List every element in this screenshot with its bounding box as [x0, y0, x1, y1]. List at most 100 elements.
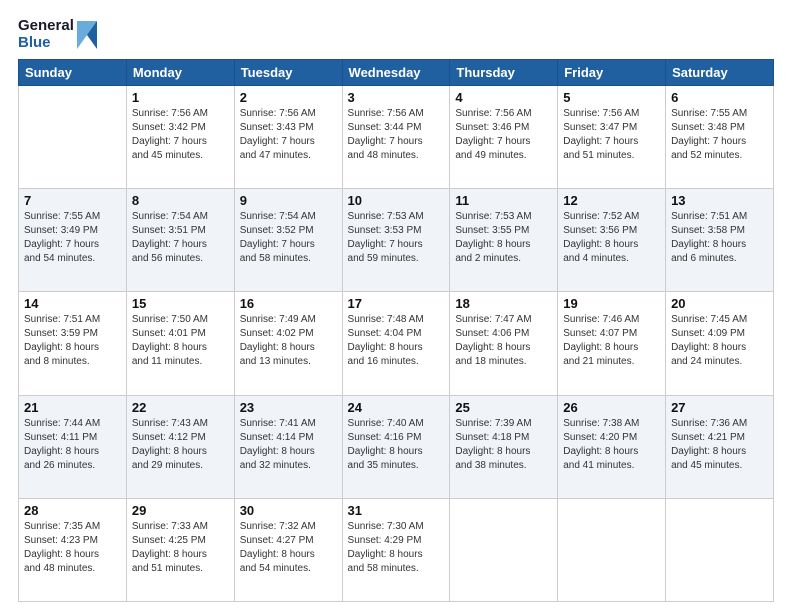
calendar-cell: 8 Sunrise: 7:54 AM Sunset: 3:51 PM Daylig… — [126, 189, 234, 292]
calendar-cell: 31 Sunrise: 7:30 AM Sunset: 4:29 PM Dayli… — [342, 498, 450, 601]
calendar-cell: 27 Sunrise: 7:36 AM Sunset: 4:21 PM Dayli… — [666, 395, 774, 498]
calendar-cell — [558, 498, 666, 601]
calendar-cell: 3Sunrise: 7:56 AM Sunset: 3:44 PM Daylig… — [342, 86, 450, 189]
day-number: 8 — [132, 193, 229, 208]
day-info: Sunrise: 7:32 AM Sunset: 4:27 PM Dayligh… — [240, 520, 337, 576]
day-number: 21 — [24, 400, 121, 415]
day-info: Sunrise: 7:44 AM Sunset: 4:11 PM Dayligh… — [24, 417, 121, 473]
day-info: Sunrise: 7:45 AM Sunset: 4:09 PM Dayligh… — [671, 313, 768, 369]
day-info: Sunrise: 7:36 AM Sunset: 4:21 PM Dayligh… — [671, 417, 768, 473]
calendar-cell: 23Sunrise: 7:41 AM Sunset: 4:14 PM Dayli… — [234, 395, 342, 498]
header: General Blue — [18, 18, 774, 51]
day-number: 31 — [348, 503, 445, 518]
calendar-day-header: Monday — [126, 60, 234, 86]
day-info: Sunrise: 7:39 AM Sunset: 4:18 PM Dayligh… — [455, 417, 552, 473]
calendar-cell: 28Sunrise: 7:35 AM Sunset: 4:23 PM Dayli… — [19, 498, 127, 601]
day-info: Sunrise: 7:54 AM Sunset: 3:51 PM Dayligh… — [132, 210, 229, 266]
day-number: 13 — [671, 193, 768, 208]
day-number: 12 — [563, 193, 660, 208]
calendar-cell: 7 Sunrise: 7:55 AM Sunset: 3:49 PM Daylig… — [19, 189, 127, 292]
calendar-week-row: 14 Sunrise: 7:51 AM Sunset: 3:59 PM Dayli… — [19, 292, 774, 395]
calendar-day-header: Saturday — [666, 60, 774, 86]
day-info: Sunrise: 7:56 AM Sunset: 3:44 PM Dayligh… — [348, 107, 445, 163]
calendar-day-header: Friday — [558, 60, 666, 86]
calendar-cell: 19 Sunrise: 7:46 AM Sunset: 4:07 PM Dayli… — [558, 292, 666, 395]
day-info: Sunrise: 7:52 AM Sunset: 3:56 PM Dayligh… — [563, 210, 660, 266]
logo: General Blue — [18, 18, 97, 51]
day-info: Sunrise: 7:50 AM Sunset: 4:01 PM Dayligh… — [132, 313, 229, 369]
calendar-cell: 11 Sunrise: 7:53 AM Sunset: 3:55 PM Dayli… — [450, 189, 558, 292]
day-number: 10 — [348, 193, 445, 208]
day-number: 22 — [132, 400, 229, 415]
calendar-cell: 20 Sunrise: 7:45 AM Sunset: 4:09 PM Dayli… — [666, 292, 774, 395]
calendar-week-row: 21 Sunrise: 7:44 AM Sunset: 4:11 PM Dayli… — [19, 395, 774, 498]
day-info: Sunrise: 7:51 AM Sunset: 3:59 PM Dayligh… — [24, 313, 121, 369]
calendar-cell: 30 Sunrise: 7:32 AM Sunset: 4:27 PM Dayli… — [234, 498, 342, 601]
day-info: Sunrise: 7:53 AM Sunset: 3:55 PM Dayligh… — [455, 210, 552, 266]
calendar-cell: 1Sunrise: 7:56 AM Sunset: 3:42 PM Daylig… — [126, 86, 234, 189]
day-info: Sunrise: 7:56 AM Sunset: 3:47 PM Dayligh… — [563, 107, 660, 163]
day-info: Sunrise: 7:54 AM Sunset: 3:52 PM Dayligh… — [240, 210, 337, 266]
calendar-cell: 26Sunrise: 7:38 AM Sunset: 4:20 PM Dayli… — [558, 395, 666, 498]
calendar-week-row: 1Sunrise: 7:56 AM Sunset: 3:42 PM Daylig… — [19, 86, 774, 189]
day-number: 5 — [563, 90, 660, 105]
calendar-cell: 15 Sunrise: 7:50 AM Sunset: 4:01 PM Dayli… — [126, 292, 234, 395]
day-number: 19 — [563, 296, 660, 311]
day-number: 20 — [671, 296, 768, 311]
calendar-cell: 10 Sunrise: 7:53 AM Sunset: 3:53 PM Dayli… — [342, 189, 450, 292]
day-number: 14 — [24, 296, 121, 311]
calendar-cell: 17 Sunrise: 7:48 AM Sunset: 4:04 PM Dayli… — [342, 292, 450, 395]
calendar-cell: 12 Sunrise: 7:52 AM Sunset: 3:56 PM Dayli… — [558, 189, 666, 292]
day-info: Sunrise: 7:53 AM Sunset: 3:53 PM Dayligh… — [348, 210, 445, 266]
day-info: Sunrise: 7:41 AM Sunset: 4:14 PM Dayligh… — [240, 417, 337, 473]
calendar-cell: 29 Sunrise: 7:33 AM Sunset: 4:25 PM Dayli… — [126, 498, 234, 601]
day-info: Sunrise: 7:46 AM Sunset: 4:07 PM Dayligh… — [563, 313, 660, 369]
day-number: 24 — [348, 400, 445, 415]
day-info: Sunrise: 7:48 AM Sunset: 4:04 PM Dayligh… — [348, 313, 445, 369]
day-info: Sunrise: 7:56 AM Sunset: 3:43 PM Dayligh… — [240, 107, 337, 163]
day-info: Sunrise: 7:43 AM Sunset: 4:12 PM Dayligh… — [132, 417, 229, 473]
day-number: 18 — [455, 296, 552, 311]
day-number: 30 — [240, 503, 337, 518]
day-number: 2 — [240, 90, 337, 105]
calendar-cell: 14 Sunrise: 7:51 AM Sunset: 3:59 PM Dayli… — [19, 292, 127, 395]
calendar-table: SundayMondayTuesdayWednesdayThursdayFrid… — [18, 59, 774, 602]
calendar-cell: 2 Sunrise: 7:56 AM Sunset: 3:43 PM Daylig… — [234, 86, 342, 189]
day-number: 11 — [455, 193, 552, 208]
day-number: 9 — [240, 193, 337, 208]
day-info: Sunrise: 7:56 AM Sunset: 3:42 PM Dayligh… — [132, 107, 229, 163]
day-number: 7 — [24, 193, 121, 208]
day-info: Sunrise: 7:49 AM Sunset: 4:02 PM Dayligh… — [240, 313, 337, 369]
calendar-cell: 13 Sunrise: 7:51 AM Sunset: 3:58 PM Dayli… — [666, 189, 774, 292]
day-number: 29 — [132, 503, 229, 518]
calendar-day-header: Thursday — [450, 60, 558, 86]
calendar-cell: 22 Sunrise: 7:43 AM Sunset: 4:12 PM Dayli… — [126, 395, 234, 498]
calendar-cell: 18Sunrise: 7:47 AM Sunset: 4:06 PM Dayli… — [450, 292, 558, 395]
calendar-cell: 6Sunrise: 7:55 AM Sunset: 3:48 PM Daylig… — [666, 86, 774, 189]
calendar-cell: 16 Sunrise: 7:49 AM Sunset: 4:02 PM Dayli… — [234, 292, 342, 395]
calendar-day-header: Wednesday — [342, 60, 450, 86]
calendar-day-header: Sunday — [19, 60, 127, 86]
day-number: 16 — [240, 296, 337, 311]
calendar-cell — [666, 498, 774, 601]
calendar-header-row: SundayMondayTuesdayWednesdayThursdayFrid… — [19, 60, 774, 86]
calendar-week-row: 7 Sunrise: 7:55 AM Sunset: 3:49 PM Daylig… — [19, 189, 774, 292]
logo-line1: General — [18, 18, 74, 35]
day-number: 4 — [455, 90, 552, 105]
day-info: Sunrise: 7:30 AM Sunset: 4:29 PM Dayligh… — [348, 520, 445, 576]
calendar-day-header: Tuesday — [234, 60, 342, 86]
calendar-cell: 25Sunrise: 7:39 AM Sunset: 4:18 PM Dayli… — [450, 395, 558, 498]
calendar-week-row: 28Sunrise: 7:35 AM Sunset: 4:23 PM Dayli… — [19, 498, 774, 601]
calendar-cell: 4 Sunrise: 7:56 AM Sunset: 3:46 PM Daylig… — [450, 86, 558, 189]
day-info: Sunrise: 7:51 AM Sunset: 3:58 PM Dayligh… — [671, 210, 768, 266]
day-info: Sunrise: 7:38 AM Sunset: 4:20 PM Dayligh… — [563, 417, 660, 473]
day-number: 15 — [132, 296, 229, 311]
day-info: Sunrise: 7:56 AM Sunset: 3:46 PM Dayligh… — [455, 107, 552, 163]
page: General Blue SundayMondayTuesdayWednesda… — [0, 0, 792, 612]
day-number: 17 — [348, 296, 445, 311]
day-number: 27 — [671, 400, 768, 415]
day-info: Sunrise: 7:33 AM Sunset: 4:25 PM Dayligh… — [132, 520, 229, 576]
day-info: Sunrise: 7:35 AM Sunset: 4:23 PM Dayligh… — [24, 520, 121, 576]
calendar-cell: 24Sunrise: 7:40 AM Sunset: 4:16 PM Dayli… — [342, 395, 450, 498]
day-info: Sunrise: 7:55 AM Sunset: 3:49 PM Dayligh… — [24, 210, 121, 266]
